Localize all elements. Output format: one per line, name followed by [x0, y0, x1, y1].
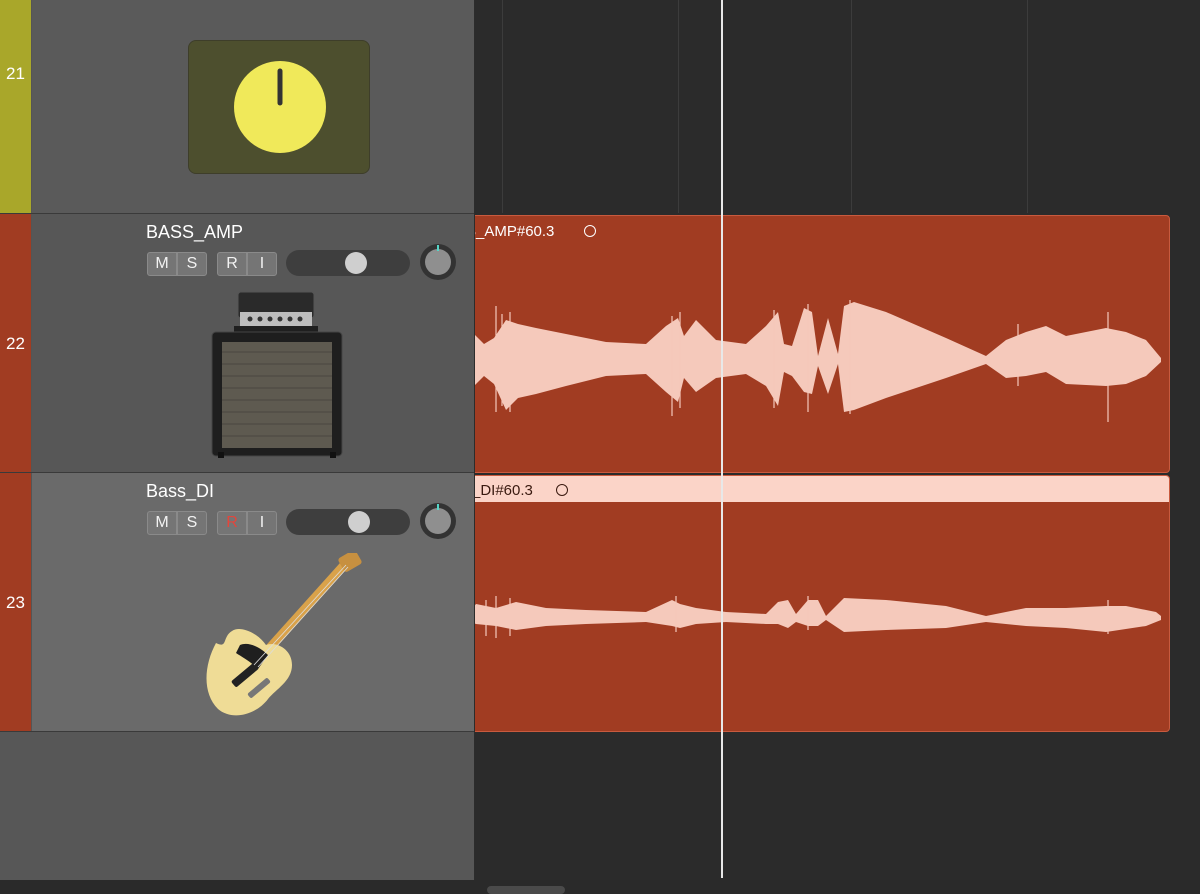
volume-slider[interactable]	[286, 250, 410, 276]
pan-knob[interactable]	[420, 244, 456, 280]
horizontal-scrollbar[interactable]	[0, 880, 1200, 894]
empty-header-area	[0, 732, 474, 880]
track-color-strip: 22	[0, 214, 31, 472]
amp-icon	[211, 291, 343, 458]
input-monitor-button[interactable]: I	[247, 511, 277, 535]
input-monitor-button[interactable]: I	[247, 252, 277, 276]
volume-slider-thumb[interactable]	[348, 511, 370, 533]
audio-region-bass-amp[interactable]: S_AMP#60.3	[475, 215, 1170, 473]
mute-button[interactable]: M	[147, 252, 177, 276]
bass-guitar-icon	[206, 553, 362, 716]
track-color-strip: 23	[0, 473, 31, 731]
track-name[interactable]: BASS_AMP	[146, 222, 243, 243]
track-name[interactable]: Bass_DI	[146, 481, 214, 502]
track-number: 21	[6, 64, 25, 83]
mute-button[interactable]: M	[147, 511, 177, 535]
record-button[interactable]: R	[217, 511, 247, 535]
waveform	[475, 300, 1161, 422]
waveform	[475, 596, 1161, 638]
volume-slider[interactable]	[286, 509, 410, 535]
volume-slider-thumb[interactable]	[345, 252, 367, 274]
track-color-strip: 21	[0, 0, 31, 213]
track-header-22[interactable]: 22 BASS_AMP M S R I	[0, 214, 474, 472]
track-header-21[interactable]: 21	[0, 0, 474, 213]
tracks-area[interactable]: S_AMP#60.3 _DI#60.3	[475, 0, 1200, 894]
pan-knob[interactable]	[420, 503, 456, 539]
knob-icon-tile	[188, 40, 370, 174]
knob-icon	[234, 61, 326, 153]
track-number: 23	[6, 593, 25, 612]
record-button[interactable]: R	[217, 252, 247, 276]
solo-button[interactable]: S	[177, 252, 207, 276]
playhead[interactable]	[721, 0, 723, 878]
horizontal-scrollbar-thumb[interactable]	[487, 886, 565, 894]
track-headers: 21 22 BASS_AMP M S R I 23 Bass_DI M S R …	[0, 0, 474, 894]
track-header-23[interactable]: 23 Bass_DI M S R I	[0, 473, 474, 731]
solo-button[interactable]: S	[177, 511, 207, 535]
audio-region-bass-di[interactable]: _DI#60.3	[475, 475, 1170, 732]
track-number: 22	[6, 334, 25, 353]
